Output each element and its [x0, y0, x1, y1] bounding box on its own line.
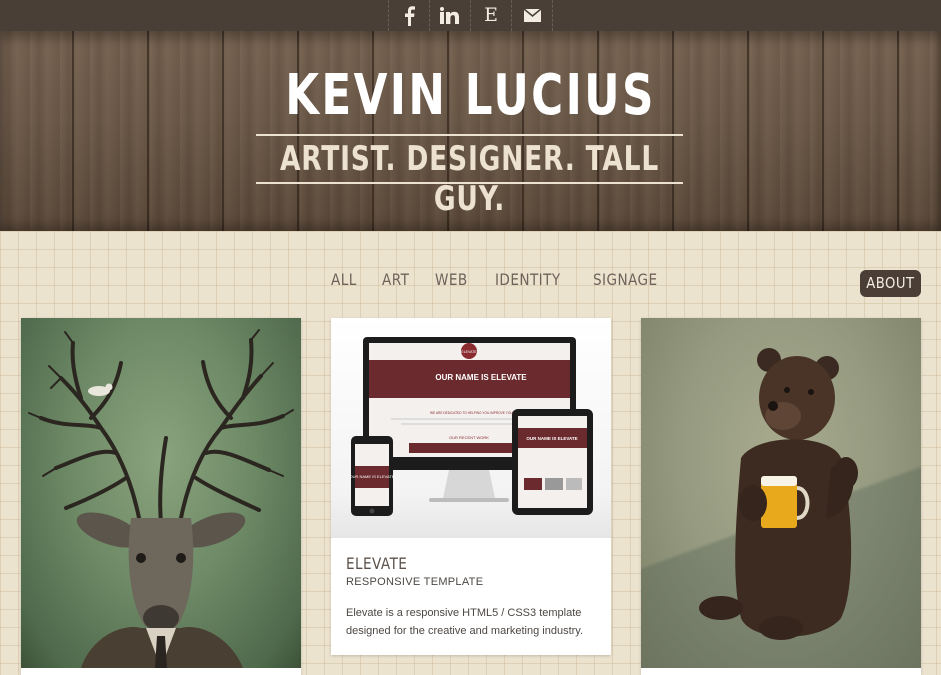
mockup-recent: OUR RECENT WORK — [449, 435, 489, 440]
elevate-artwork[interactable]: ELEVATE OUR NAME IS ELEVATE WE ARE DEDIC… — [331, 318, 611, 538]
bear-artwork[interactable] — [641, 318, 921, 668]
portfolio-filter-nav: ALL ART WEB IDENTITY SIGNAGE — [331, 270, 690, 292]
card-description: Elevate is a responsive HTML5 / CSS3 tem… — [346, 607, 584, 637]
mockup-logo: ELEVATE — [461, 350, 477, 354]
linkedin-link[interactable] — [429, 0, 470, 31]
mockup-hero: OUR NAME IS ELEVATE — [435, 373, 527, 382]
filter-web[interactable]: WEB — [435, 270, 468, 292]
deer-artwork[interactable] — [21, 318, 301, 668]
tagline-box: ARTIST. DESIGNER. TALL GUY. — [256, 134, 683, 219]
filter-signage[interactable]: SIGNAGE — [593, 270, 658, 292]
bear-illustration — [699, 348, 858, 640]
filter-all[interactable]: ALL — [331, 270, 357, 292]
about-button[interactable]: ABOUT — [860, 270, 921, 297]
portfolio-card-elevate[interactable]: ELEVATE OUR NAME IS ELEVATE WE ARE DEDIC… — [331, 318, 611, 655]
social-bar: E — [0, 0, 941, 31]
facebook-link[interactable] — [388, 0, 429, 31]
portfolio-card-deer[interactable] — [21, 318, 301, 675]
elevate-device-mockup: ELEVATE OUR NAME IS ELEVATE WE ARE DEDIC… — [350, 337, 593, 516]
linkedin-icon — [440, 7, 459, 24]
email-link[interactable] — [511, 0, 553, 31]
mockup-phone-hero: OUR NAME IS ELEVATE — [350, 474, 395, 479]
portfolio-card-bear[interactable] — [641, 318, 921, 675]
site-header: KEVIN LUCIUS ARTIST. DESIGNER. TALL GUY. — [0, 31, 941, 231]
card-subtitle: RESPONSIVE TEMPLATE — [346, 576, 484, 588]
envelope-icon — [523, 9, 541, 22]
svg-text:OUR NAME IS ELEVATE: OUR NAME IS ELEVATE — [526, 436, 577, 441]
facebook-icon — [405, 5, 415, 26]
card-title[interactable]: ELEVATE — [346, 554, 407, 573]
filter-art[interactable]: ART — [382, 270, 409, 292]
about-label: ABOUT — [866, 274, 915, 292]
filter-identity[interactable]: IDENTITY — [495, 270, 561, 292]
social-links: E — [388, 0, 553, 31]
deer-illustration — [28, 329, 294, 668]
etsy-link[interactable]: E — [470, 0, 511, 31]
site-tagline: ARTIST. DESIGNER. TALL GUY. — [279, 139, 660, 219]
site-title[interactable]: KEVIN LUCIUS — [104, 64, 838, 128]
etsy-icon: E — [484, 4, 498, 26]
